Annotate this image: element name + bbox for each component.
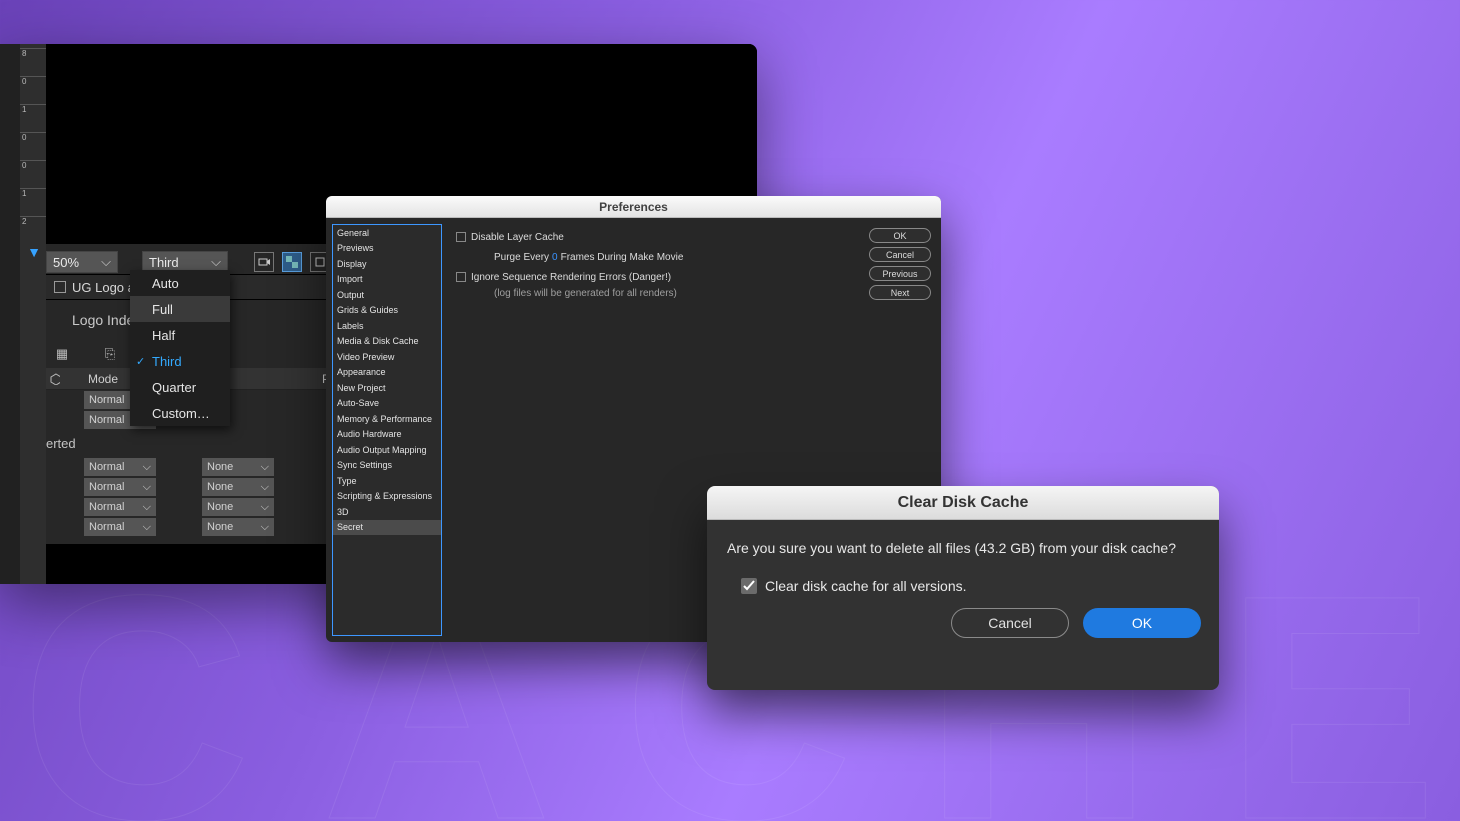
quality-option-custom[interactable]: Custom… xyxy=(130,400,230,426)
col-3d xyxy=(46,368,60,390)
prefs-category-labels[interactable]: Labels xyxy=(333,318,441,334)
ruler-tick: 1 xyxy=(20,188,46,216)
prefs-category-media---disk-cache[interactable]: Media & Disk Cache xyxy=(333,334,441,350)
prefs-category-display[interactable]: Display xyxy=(333,256,441,272)
cancel-button[interactable]: Cancel xyxy=(951,608,1069,638)
check-icon xyxy=(743,580,755,592)
next-button[interactable]: Next xyxy=(869,285,931,300)
dialog-title: Clear Disk Cache xyxy=(707,486,1219,520)
quality-option-full[interactable]: Full xyxy=(130,296,230,322)
prefs-category-secret[interactable]: Secret xyxy=(333,520,441,536)
quality-option-auto[interactable]: Auto xyxy=(130,270,230,296)
prefs-category--d[interactable]: 3D xyxy=(333,504,441,520)
prefs-category-new-project[interactable]: New Project xyxy=(333,380,441,396)
zoom-value: 50% xyxy=(53,255,79,270)
trkmat-dropdown[interactable]: None⌵ xyxy=(202,458,274,476)
clear-all-versions-label: Clear disk cache for all versions. xyxy=(765,578,967,594)
prefs-category-grids---guides[interactable]: Grids & Guides xyxy=(333,303,441,319)
camera-icon[interactable] xyxy=(254,252,274,272)
trkmat-dropdown[interactable]: None⌵ xyxy=(202,498,274,516)
ruler-tick: 0 xyxy=(20,160,46,188)
col-spacer xyxy=(60,368,84,390)
quality-option-quarter[interactable]: Quarter xyxy=(130,374,230,400)
prefs-category-scripting---expressions[interactable]: Scripting & Expressions xyxy=(333,489,441,505)
prefs-category-video-preview[interactable]: Video Preview xyxy=(333,349,441,365)
preferences-category-list: GeneralPreviewsDisplayImportOutputGrids … xyxy=(332,224,442,636)
quality-value: Third xyxy=(149,255,179,270)
vertical-ruler: 8 0 1 0 0 1 2 ▼ xyxy=(20,44,46,584)
ruler-tick: 1 xyxy=(20,104,46,132)
tab-color-swatch xyxy=(54,281,66,293)
prefs-category-audio-output-mapping[interactable]: Audio Output Mapping xyxy=(333,442,441,458)
disable-layer-cache-label: Disable Layer Cache xyxy=(471,232,564,243)
chevron-down-icon: ⌵ xyxy=(101,254,111,270)
prefs-category-sync-settings[interactable]: Sync Settings xyxy=(333,458,441,474)
blend-mode-dropdown[interactable]: Normal⌵ xyxy=(84,458,156,476)
prefs-category-audio-hardware[interactable]: Audio Hardware xyxy=(333,427,441,443)
preferences-title: Preferences xyxy=(326,196,941,218)
prefs-category-import[interactable]: Import xyxy=(333,272,441,288)
ignore-errors-label: Ignore Sequence Rendering Errors (Danger… xyxy=(471,272,671,283)
book-icon[interactable]: ⎘ xyxy=(100,344,120,364)
ruler-tick: 2 xyxy=(20,216,46,244)
blend-mode-dropdown[interactable]: Normal⌵ xyxy=(84,478,156,496)
blend-mode-dropdown[interactable]: Normal⌵ xyxy=(84,518,156,536)
timeline-marker-icon[interactable]: ▼ xyxy=(20,244,46,262)
clear-all-versions-checkbox[interactable] xyxy=(741,578,757,594)
ignore-errors-checkbox[interactable] xyxy=(456,272,466,282)
prefs-category-type[interactable]: Type xyxy=(333,473,441,489)
prefs-category-output[interactable]: Output xyxy=(333,287,441,303)
quality-option-half[interactable]: Half xyxy=(130,322,230,348)
ruler-tick: 8 xyxy=(20,48,46,76)
quality-menu: AutoFullHalfThirdQuarterCustom… xyxy=(130,270,230,426)
purge-label-pre: Purge Every xyxy=(494,252,549,263)
cube-icon[interactable]: ▦ xyxy=(52,344,72,364)
trkmat-dropdown[interactable]: None⌵ xyxy=(202,478,274,496)
prefs-category-general[interactable]: General xyxy=(333,225,441,241)
purge-label-post: Frames During Make Movie xyxy=(561,252,684,263)
clear-disk-cache-dialog: Clear Disk Cache Are you sure you want t… xyxy=(707,486,1219,690)
blend-mode-dropdown[interactable]: Normal⌵ xyxy=(84,498,156,516)
prefs-category-appearance[interactable]: Appearance xyxy=(333,365,441,381)
prefs-category-memory---performance[interactable]: Memory & Performance xyxy=(333,411,441,427)
window-gutter xyxy=(0,44,20,584)
cancel-button[interactable]: Cancel xyxy=(869,247,931,262)
ruler-tick: 0 xyxy=(20,132,46,160)
purge-value[interactable]: 0 xyxy=(552,252,558,263)
cube-icon xyxy=(50,373,60,385)
disable-layer-cache-checkbox[interactable] xyxy=(456,232,466,242)
ruler-tick: 0 xyxy=(20,76,46,104)
prefs-category-previews[interactable]: Previews xyxy=(333,241,441,257)
ok-button[interactable]: OK xyxy=(869,228,931,243)
zoom-dropdown[interactable]: 50% ⌵ xyxy=(46,251,118,273)
dialog-question: Are you sure you want to delete all file… xyxy=(727,540,1199,556)
log-files-note: (log files will be generated for all ren… xyxy=(494,288,927,299)
transparency-grid-icon[interactable] xyxy=(282,252,302,272)
trkmat-dropdown[interactable]: None⌵ xyxy=(202,518,274,536)
prefs-category-auto-save[interactable]: Auto-Save xyxy=(333,396,441,412)
ok-button[interactable]: OK xyxy=(1083,608,1201,638)
chevron-down-icon: ⌵ xyxy=(211,254,221,270)
quality-option-third[interactable]: Third xyxy=(130,348,230,374)
previous-button[interactable]: Previous xyxy=(869,266,931,281)
